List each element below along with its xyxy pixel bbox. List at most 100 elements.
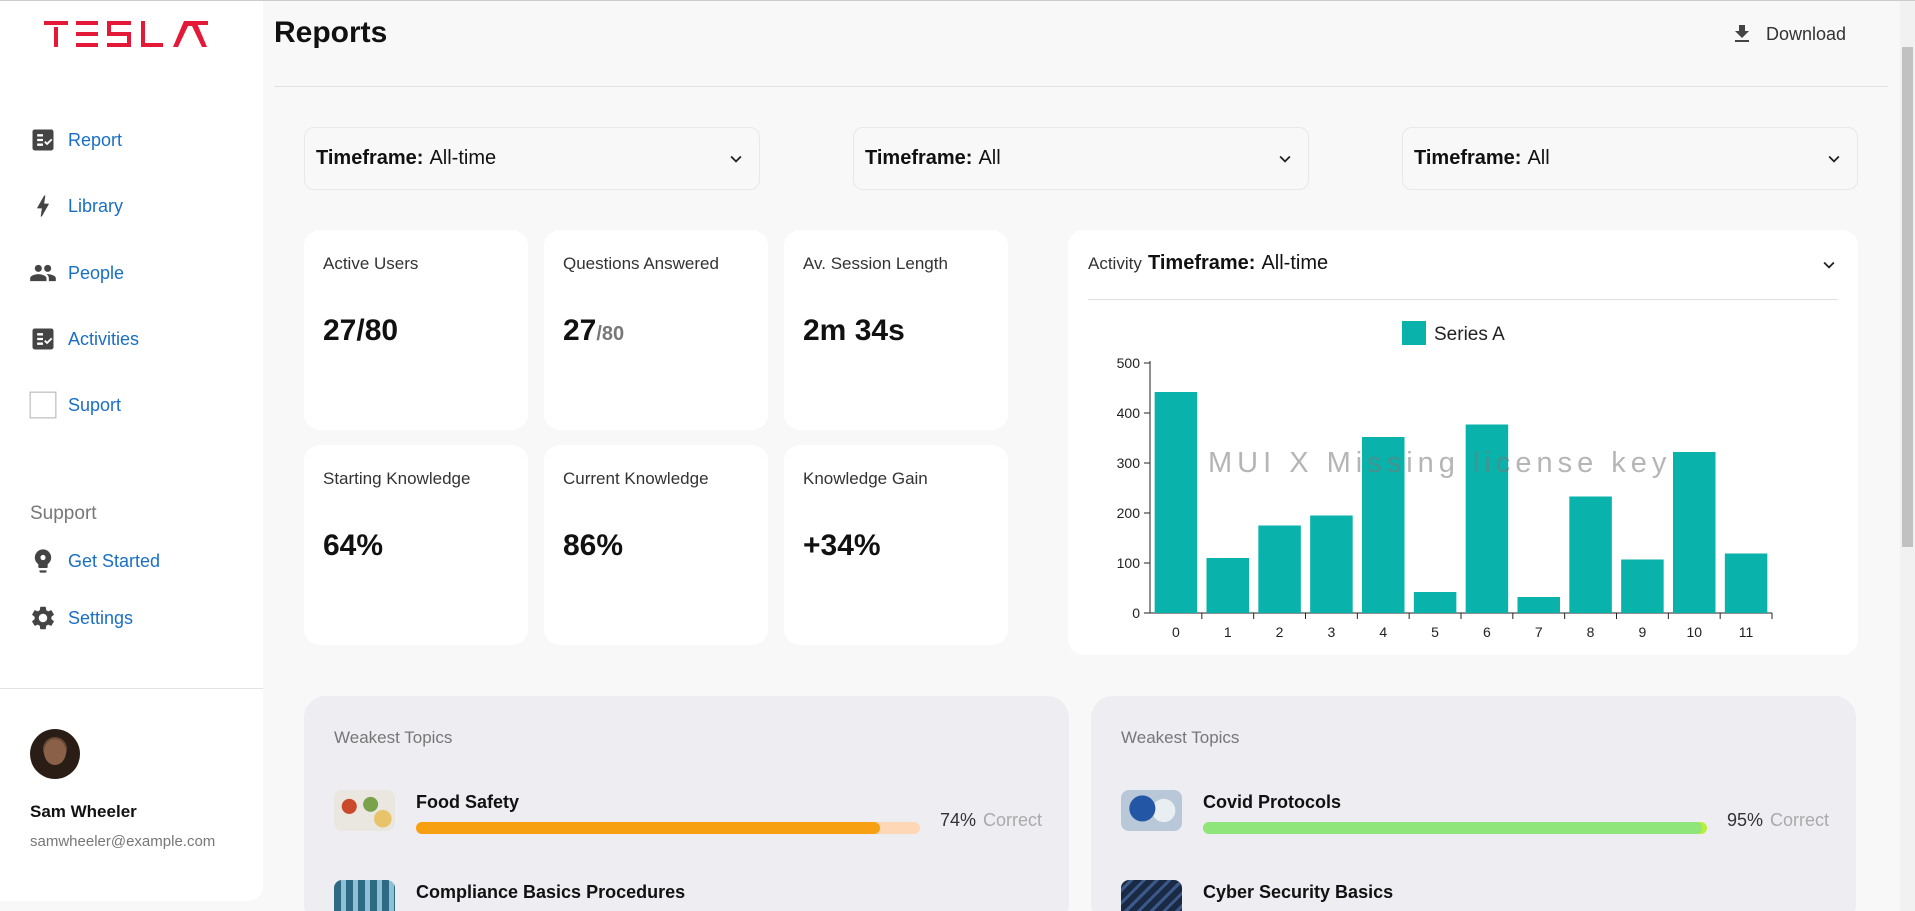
sidebar-item-get-started[interactable]: Get Started xyxy=(28,544,160,578)
bar-10 xyxy=(1672,452,1716,613)
x-tick-label: 3 xyxy=(1328,624,1336,640)
sidebar-item-label: Library xyxy=(68,195,124,216)
timeframe-label: Timeframe: xyxy=(865,147,973,169)
stat-value: 27/80 xyxy=(323,314,399,347)
stat-card-questions-answered: Questions Answered 27/80 xyxy=(544,230,768,430)
stat-card-starting-knowledge: Starting Knowledge 64% xyxy=(304,445,528,645)
license-watermark: MUI X Missing license key xyxy=(1208,447,1671,479)
download-button[interactable]: Download xyxy=(1730,18,1846,50)
bolt-icon xyxy=(28,191,58,221)
header-divider xyxy=(274,86,1888,87)
y-tick-label: 100 xyxy=(1117,555,1141,571)
bar-2 xyxy=(1258,525,1301,613)
blank-square-icon xyxy=(28,390,58,420)
checklist-icon xyxy=(28,125,58,155)
timeframe-select-1[interactable]: Timeframe: All-time xyxy=(304,127,760,190)
scrollbar-thumb[interactable] xyxy=(1902,47,1913,547)
stat-card-knowledge-gain: Knowledge Gain +34% xyxy=(784,445,1008,645)
correct-label: Correct xyxy=(983,810,1043,830)
user-email: samwheeler@example.com xyxy=(30,833,216,850)
stat-value: 64% xyxy=(323,529,384,562)
bar-3 xyxy=(1310,515,1353,613)
bar-5 xyxy=(1413,592,1457,613)
topic-name: Food Safety xyxy=(416,792,520,812)
sidebar-item-activities[interactable]: Activities xyxy=(28,322,139,356)
topic-name: Compliance Basics Procedures xyxy=(416,882,686,902)
sidebar-item-label: Suport xyxy=(68,394,122,415)
avatar[interactable] xyxy=(30,729,80,779)
progress-bar xyxy=(1203,822,1707,834)
x-tick-label: 2 xyxy=(1276,624,1284,640)
window-top-border xyxy=(0,0,1915,1)
topic-row[interactable]: Covid Protocols 95% Correct xyxy=(1121,790,1831,850)
download-label: Download xyxy=(1766,23,1847,44)
sidebar-item-label: Get Started xyxy=(68,550,161,571)
topic-row[interactable]: Cyber Security Basics xyxy=(1121,880,1831,911)
stat-value: 2m 34s xyxy=(803,314,905,347)
stat-value: 27/80 xyxy=(563,314,625,347)
stat-title: Questions Answered xyxy=(563,254,719,273)
sidebar-item-label: People xyxy=(68,262,125,283)
weakest-topics-panel-2: Weakest Topics Covid Protocols 95% Corre… xyxy=(1091,696,1856,911)
food-thumbnail xyxy=(334,790,395,831)
stat-title: Active Users xyxy=(323,254,419,273)
stat-card-session-length: Av. Session Length 2m 34s xyxy=(784,230,1008,430)
bottles-thumbnail xyxy=(334,880,395,911)
bar-7 xyxy=(1517,597,1561,613)
stat-title: Starting Knowledge xyxy=(323,469,471,488)
stat-value: 86% xyxy=(563,529,624,562)
correct-label: Correct xyxy=(1770,810,1830,830)
tesla-logo[interactable] xyxy=(44,21,220,49)
timeframe-label: Timeframe: xyxy=(316,147,424,169)
support-heading: Support xyxy=(30,503,97,524)
x-tick-label: 4 xyxy=(1379,624,1387,640)
bar-0 xyxy=(1154,392,1198,613)
progress-fill xyxy=(416,822,880,834)
sidebar-divider xyxy=(0,688,263,689)
x-tick-label: 7 xyxy=(1535,624,1543,640)
page-scrollbar[interactable] xyxy=(1900,1,1915,911)
sidebar-item-settings[interactable]: Settings xyxy=(28,601,133,635)
sidebar-item-report[interactable]: Report xyxy=(28,123,122,157)
topic-name: Cyber Security Basics xyxy=(1203,882,1394,902)
panel-title: Weakest Topics xyxy=(334,728,453,747)
chevron-down-icon xyxy=(1279,155,1291,163)
x-tick-label: 5 xyxy=(1431,624,1439,640)
timeframe-label: Timeframe: xyxy=(1414,147,1522,169)
x-tick-label: 0 xyxy=(1172,624,1180,640)
lightbulb-icon xyxy=(28,546,58,576)
gear-icon xyxy=(28,603,58,633)
checklist-icon xyxy=(28,324,58,354)
bar-1 xyxy=(1206,558,1250,613)
timeframe-select-3[interactable]: Timeframe: All xyxy=(1402,127,1858,190)
weakest-topics-panel-1: Weakest Topics Food Safety 74% Correct C… xyxy=(304,696,1069,911)
user-name: Sam Wheeler xyxy=(30,802,137,821)
x-tick-label: 11 xyxy=(1739,624,1754,640)
progress-fill xyxy=(1203,822,1702,834)
y-tick-label: 200 xyxy=(1117,505,1141,521)
chevron-down-icon xyxy=(730,155,742,163)
sidebar-item-label: Report xyxy=(68,129,123,150)
stat-card-active-users: Active Users 27/80 xyxy=(304,230,528,430)
activity-bar-chart: Series A 0 100 200 300 400 500 0 1 2 3 4 5 6 7 8 9 10 11 MU… xyxy=(1117,321,1773,640)
sidebar-item-people[interactable]: People xyxy=(28,256,124,290)
x-tick-label: 9 xyxy=(1639,624,1647,640)
topic-percent: 74% xyxy=(940,810,977,830)
timeframe-value: All-time xyxy=(429,147,497,169)
topic-row[interactable]: Food Safety 74% Correct xyxy=(334,790,1044,850)
x-tick-label: 6 xyxy=(1483,624,1491,640)
sidebar-item-library[interactable]: Library xyxy=(28,189,123,223)
stat-title: Knowledge Gain xyxy=(803,469,928,488)
x-tick-label: 10 xyxy=(1686,624,1702,640)
y-tick-label: 0 xyxy=(1132,605,1140,621)
timeframe-select-2[interactable]: Timeframe: All xyxy=(853,127,1309,190)
topic-percent: 95% xyxy=(1727,810,1764,830)
progress-bar xyxy=(416,822,920,834)
x-tick-label: 8 xyxy=(1587,624,1595,640)
bar-9 xyxy=(1621,559,1664,613)
topic-row[interactable]: Compliance Basics Procedures xyxy=(334,880,1044,911)
y-tick-label: 500 xyxy=(1117,355,1141,371)
sidebar-item-suport[interactable]: Suport xyxy=(28,388,121,422)
people-icon xyxy=(28,258,58,288)
panel-title: Weakest Topics xyxy=(1121,728,1240,747)
